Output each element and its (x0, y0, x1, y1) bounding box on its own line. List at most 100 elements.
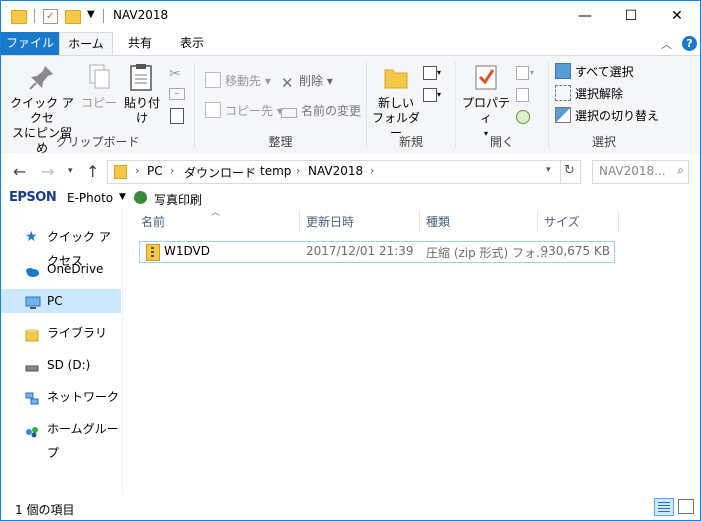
properties-quick-icon[interactable]: ✓ (43, 9, 58, 24)
copy-to-button[interactable]: コピー先 ▾ (205, 102, 283, 120)
large-icons-view-icon[interactable] (678, 499, 694, 514)
easy-access-icon[interactable] (423, 88, 437, 102)
recent-dropdown-icon[interactable]: ▾ (68, 166, 73, 176)
delete-button[interactable]: ✕ 削除 ▾ (281, 72, 333, 92)
address-dropdown-icon[interactable]: ▾ (546, 165, 551, 175)
clipboard-group: クイック アクセ スにピン留め コピー 貼り付け ✂ ~ クリップボード (1, 56, 194, 155)
breadcrumb-separator[interactable]: › (135, 164, 139, 177)
properties-button[interactable]: プロパティ ▾ (458, 62, 514, 141)
breadcrumb-pc[interactable]: PC (147, 164, 163, 178)
new-item-icon[interactable] (423, 66, 437, 80)
column-header-size[interactable]: サイズ (538, 209, 618, 235)
breadcrumb-separator[interactable]: › (370, 164, 374, 177)
new-folder-icon (381, 62, 411, 92)
open-icon[interactable] (516, 66, 529, 80)
nav-item-homegroup[interactable]: ホームグループ (1, 417, 121, 460)
nav-item-network[interactable]: ネットワーク (1, 385, 121, 409)
close-button[interactable]: ✕ (654, 1, 700, 32)
copy-to-label: コピー先 (225, 104, 274, 118)
maximize-button[interactable]: ☐ (608, 1, 654, 32)
open-dropdown-icon[interactable]: ▾ (530, 68, 534, 77)
invert-selection-button[interactable]: 選択の切り替え (555, 107, 659, 125)
library-icon (25, 326, 39, 342)
homegroup-icon (25, 422, 39, 438)
column-divider[interactable] (618, 211, 619, 233)
search-input[interactable]: NAV2018... (599, 164, 666, 178)
ephoto-menu[interactable]: E-Photo (67, 191, 113, 205)
breadcrumb-nav2018[interactable]: NAV2018 (308, 164, 363, 178)
easy-access-dropdown-icon[interactable]: ▾ (437, 90, 441, 99)
help-icon[interactable]: ? (682, 36, 697, 51)
new-folder-label-line1: 新しい (377, 96, 414, 110)
tab-home[interactable]: ホーム (59, 32, 113, 56)
folder-icon (11, 10, 27, 24)
new-group: 新しい フォルダー ▾ ▾ 新規 (367, 56, 455, 154)
properties-icon (471, 62, 501, 92)
nav-item-label: ホームグループ (47, 422, 119, 460)
copy-button[interactable]: コピー (81, 62, 117, 111)
new-folder-quick-icon[interactable] (65, 10, 81, 24)
refresh-icon[interactable]: ↻ (564, 163, 575, 178)
organize-group: 移動先 ▾ コピー先 ▾ ✕ 削除 ▾ 名前の変更 整理 (195, 56, 366, 154)
breadcrumb-separator[interactable]: › (248, 164, 252, 177)
move-to-label: 移動先 (225, 74, 262, 88)
back-arrow-icon[interactable]: ← (13, 162, 26, 181)
copy-icon (84, 62, 114, 92)
tab-share[interactable]: 共有 (115, 32, 165, 55)
move-to-icon (205, 72, 221, 88)
select-none-label: 選択解除 (575, 87, 624, 101)
rename-button[interactable]: 名前の変更 (281, 102, 361, 120)
cut-icon[interactable]: ✂ (169, 66, 181, 82)
ephoto-dropdown-icon[interactable]: ▼ (119, 192, 126, 202)
minimize-button[interactable]: — (562, 1, 608, 32)
edit-icon[interactable] (516, 88, 529, 102)
nav-item-pc[interactable]: PC (1, 289, 121, 313)
invert-selection-label: 選択の切り替え (575, 109, 660, 123)
details-view-icon[interactable] (654, 498, 674, 516)
forward-arrow-icon[interactable]: → (41, 162, 54, 181)
delete-icon: ✕ (281, 74, 294, 92)
computer-icon (25, 294, 41, 309)
collapse-ribbon-icon[interactable]: ︿ (661, 36, 672, 52)
select-all-button[interactable]: すべて選択 (555, 63, 634, 81)
photo-print-button[interactable]: 写真印刷 (154, 191, 202, 208)
column-header-type[interactable]: 種類 (420, 209, 537, 235)
clipboard-group-label: クリップボード (55, 135, 140, 149)
new-item-dropdown-icon[interactable]: ▾ (437, 68, 441, 77)
breadcrumb-separator[interactable]: › (296, 164, 300, 177)
address-bar[interactable]: › PC › ダウンロード › temp › NAV2018 › ▾ ↻ (107, 160, 581, 184)
new-folder-button[interactable]: 新しい フォルダー (371, 62, 421, 141)
ribbon-tabs: ファイル ホーム 共有 表示 ︿ ? (1, 32, 700, 56)
nav-item-libraries[interactable]: ライブラリ (1, 321, 121, 345)
quick-access-dropdown-icon[interactable]: ▼ (87, 9, 95, 20)
up-arrow-icon[interactable]: ↑ (86, 162, 99, 181)
select-none-button[interactable]: 選択解除 (555, 85, 623, 103)
copy-path-icon[interactable]: ~ (169, 88, 185, 100)
nav-item-onedrive[interactable]: OneDrive (1, 257, 121, 281)
search-box[interactable]: NAV2018... ⌕ (592, 160, 689, 184)
pin-label-line1: クイック アクセ (10, 96, 74, 125)
file-name: W1DVD (164, 244, 210, 258)
photo-print-icon (134, 191, 147, 204)
breadcrumb-temp[interactable]: temp (260, 164, 291, 178)
breadcrumb-downloads[interactable]: ダウンロード (184, 164, 256, 181)
file-row[interactable]: W1DVD 2017/12/01 21:39 圧縮 (zip 形式) フォ...… (139, 241, 615, 263)
nav-item-sd-drive[interactable]: SD (D:) (1, 353, 121, 377)
move-to-button[interactable]: 移動先 ▾ (205, 72, 271, 90)
nav-item-quick-access[interactable]: ★ クイック アクセス (1, 225, 121, 268)
epson-logo: EPSON (9, 190, 57, 205)
nav-item-label: ネットワーク (47, 390, 120, 404)
paste-shortcut-icon[interactable] (170, 108, 184, 124)
address-folder-icon (114, 165, 127, 179)
rename-label: 名前の変更 (301, 104, 362, 118)
history-icon[interactable] (516, 110, 530, 124)
search-icon[interactable]: ⌕ (677, 163, 684, 178)
breadcrumb-separator[interactable]: › (170, 164, 174, 177)
invert-selection-icon (555, 107, 571, 123)
navigation-pane: ★ クイック アクセス OneDrive PC ライブラリ SD (D:) ネッ… (1, 209, 121, 494)
paste-button[interactable]: 貼り付け (119, 62, 165, 126)
tab-file[interactable]: ファイル (1, 32, 59, 55)
column-header-name[interactable]: 名前 (135, 209, 299, 235)
column-header-modified[interactable]: 更新日時 (300, 209, 419, 235)
tab-view[interactable]: 表示 (167, 32, 217, 55)
